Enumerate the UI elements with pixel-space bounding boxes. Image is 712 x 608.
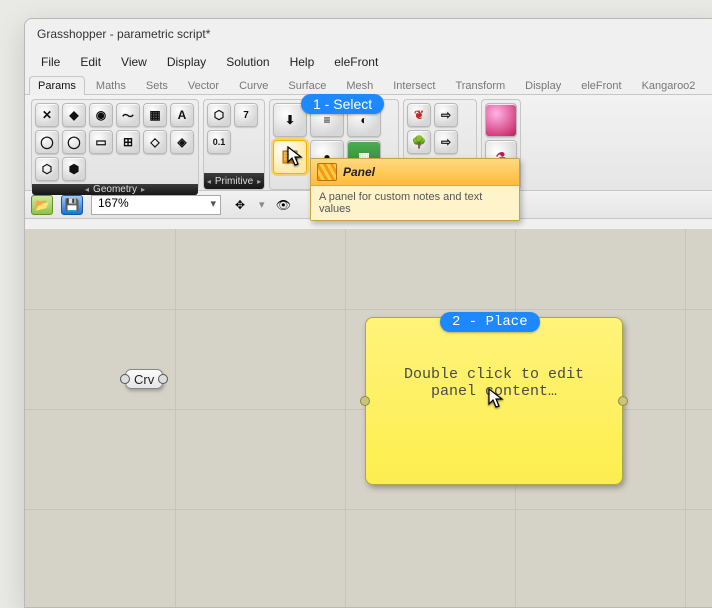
canvas[interactable]: Crv 2 - Place Double click to edit panel… [25,229,712,608]
hex-icon[interactable]: ◈ [170,130,194,154]
hex-icon[interactable]: ⬢ [62,157,86,181]
hex-icon[interactable]: ▭ [89,130,113,154]
tab-sets[interactable]: Sets [137,76,177,95]
hex-icon[interactable]: 7 [234,103,258,127]
hex-icon[interactable]: ⬡ [35,157,59,181]
group-label-geometry[interactable]: Geometry [32,184,198,195]
tree-icon[interactable]: 🌳 [407,130,431,154]
panel-component[interactable]: 2 - Place Double click to edit panel con… [365,317,623,485]
hex-icon[interactable]: A [170,103,194,127]
tab-transform[interactable]: Transform [446,76,514,95]
preview-eye-icon[interactable]: 👁 [273,195,295,215]
panel-output-grip[interactable] [618,396,628,406]
hex-icon[interactable]: ⊞ [116,130,140,154]
tab-kangaroo2[interactable]: Kangaroo2 [633,76,705,95]
tab-vector[interactable]: Vector [179,76,228,95]
tab-mesh[interactable]: Mesh [337,76,382,95]
crv-label: Crv [134,372,154,387]
panel-component-icon[interactable] [273,140,307,174]
hex-icon[interactable]: 0.1 [207,130,231,154]
menu-file[interactable]: File [33,51,68,73]
tab-curve[interactable]: Curve [230,76,277,95]
hex-icon[interactable]: ⬡ [207,103,231,127]
tab-user[interactable]: User [706,76,712,95]
tooltip: Panel A panel for custom notes and text … [310,158,520,221]
crv-param-capsule[interactable]: Crv [125,369,163,389]
tab-elefront[interactable]: eleFront [572,76,630,95]
zoom-extents-icon[interactable]: ✥ [229,195,251,215]
app-window: Grasshopper - parametric script* File Ed… [24,18,712,608]
ribbon-group-geometry: ✕ ◆ ◉ 〜 ▦ A ◯ ◯ ▭ ⊞ ◇ ◈ ⬡ ⬢ Geometry [31,99,199,190]
component-tabs: Params Maths Sets Vector Curve Surface M… [25,75,712,95]
open-file-icon[interactable]: 📂 [31,195,53,215]
menu-elefront[interactable]: eleFront [326,51,386,73]
menu-help[interactable]: Help [282,51,323,73]
sphere-icon[interactable] [485,103,517,137]
tooltip-body: A panel for custom notes and text values [311,186,519,220]
hex-icon[interactable]: ◆ [62,103,86,127]
hex-icon[interactable]: ◉ [89,103,113,127]
menubar: File Edit View Display Solution Help ele… [25,49,712,75]
tab-surface[interactable]: Surface [279,76,335,95]
tab-display[interactable]: Display [516,76,570,95]
jump-out-icon[interactable]: ⇨ [434,103,458,127]
ribbon-group-primitive: ⬡ 7 0.1 Primitive [203,99,265,190]
hex-icon[interactable]: ◇ [143,130,167,154]
zoom-combobox[interactable]: 167% [91,195,221,215]
hex-icon[interactable]: ◯ [35,130,59,154]
tab-params[interactable]: Params [29,76,85,95]
tab-maths[interactable]: Maths [87,76,135,95]
cherry-icon[interactable]: ❦ [407,103,431,127]
window-title: Grasshopper - parametric script* [37,27,210,41]
output-grip[interactable] [158,374,168,384]
titlebar: Grasshopper - parametric script* [25,19,712,49]
hex-icon[interactable]: ▦ [143,103,167,127]
panel-input-grip[interactable] [360,396,370,406]
save-file-icon[interactable]: 💾 [61,195,83,215]
menu-solution[interactable]: Solution [218,51,277,73]
tab-intersect[interactable]: Intersect [384,76,444,95]
annotation-place: 2 - Place [440,312,540,332]
menu-edit[interactable]: Edit [72,51,109,73]
hex-icon[interactable]: ✕ [35,103,59,127]
panel-placeholder-text: Double click to edit panel content… [380,366,608,400]
hex-icon[interactable]: ◯ [62,130,86,154]
input-grip[interactable] [120,374,130,384]
jump-in-icon[interactable]: ⇨ [434,130,458,154]
group-label-primitive[interactable]: Primitive [204,173,264,189]
annotation-select: 1 - Select [301,94,384,114]
menu-view[interactable]: View [113,51,155,73]
panel-icon [317,163,337,181]
tooltip-title: Panel [343,165,375,179]
hex-icon[interactable]: 〜 [116,103,140,127]
menu-display[interactable]: Display [159,51,214,73]
